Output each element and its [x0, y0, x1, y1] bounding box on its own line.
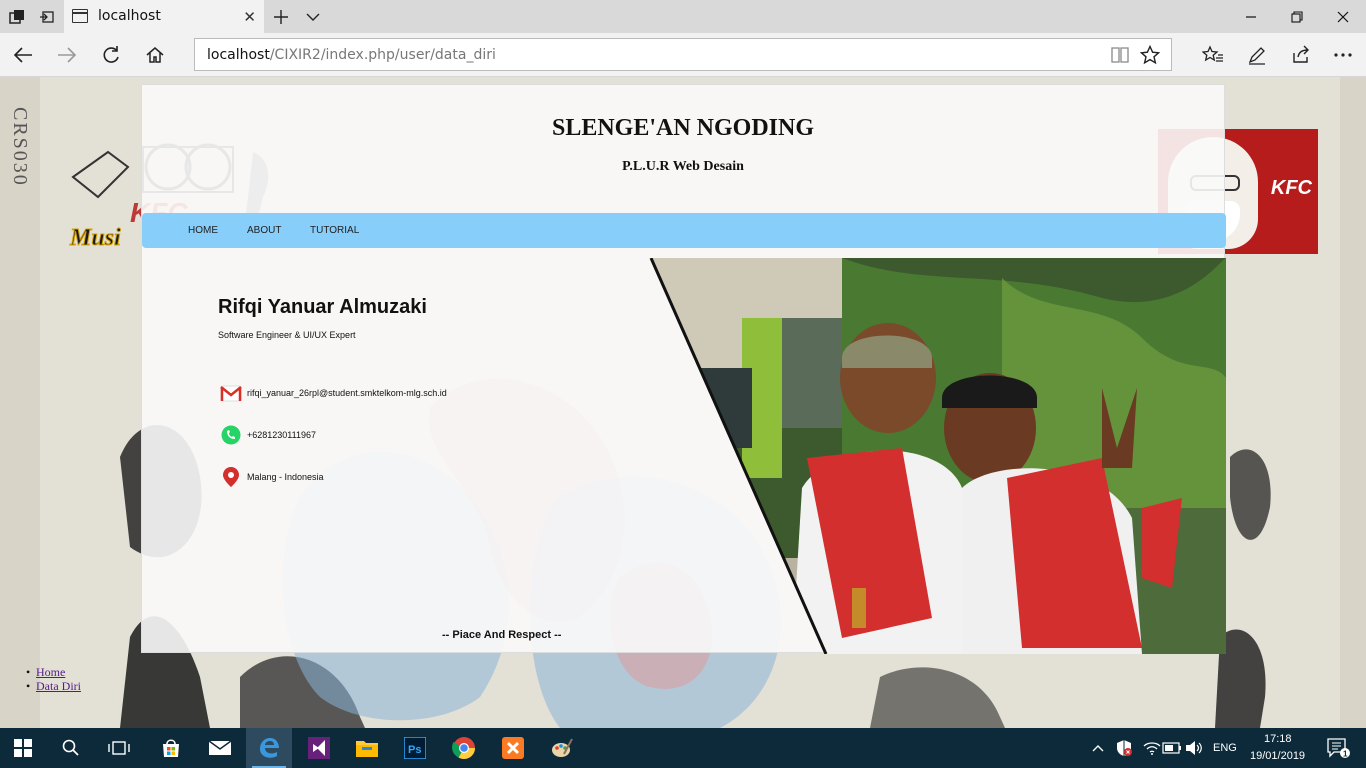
- page-favicon-icon: [72, 9, 88, 23]
- more-menu-icon[interactable]: [1328, 41, 1358, 69]
- task-view-icon[interactable]: [96, 728, 142, 768]
- share-icon[interactable]: [1286, 41, 1316, 69]
- profile-role: Software Engineer & UI/UX Expert: [218, 330, 356, 340]
- background-vertical-text: CRS030: [9, 107, 31, 187]
- notification-count-badge: 1: [1343, 750, 1348, 759]
- edge-browser-icon[interactable]: [246, 728, 292, 768]
- xampp-icon[interactable]: [490, 728, 536, 768]
- web-note-pen-icon[interactable]: [1242, 41, 1272, 69]
- forward-icon[interactable]: [52, 41, 82, 69]
- tab-preview-chevron-icon[interactable]: [302, 6, 324, 28]
- favorites-hub-icon[interactable]: [1198, 41, 1228, 69]
- clock-date[interactable]: 19/01/2019: [1250, 750, 1305, 762]
- windows-taskbar: Ps ENG 17:18 19/01/2019 1: [0, 728, 1366, 768]
- volume-icon[interactable]: [1182, 728, 1206, 768]
- motto-text: -- Piace And Respect --: [442, 629, 562, 641]
- chrome-icon[interactable]: [441, 728, 487, 768]
- paint-icon[interactable]: [539, 728, 585, 768]
- browser-tab-bar: localhost ✕: [0, 0, 1366, 33]
- contact-phone-row: +6281230111967: [220, 424, 316, 446]
- restore-window-icon[interactable]: [1274, 0, 1320, 33]
- url-text: localhost/CIXIR2/index.php/user/data_dir…: [207, 47, 496, 63]
- gmail-icon: [220, 382, 242, 404]
- reading-view-icon[interactable]: [1109, 44, 1131, 66]
- new-tab-icon[interactable]: [270, 6, 292, 28]
- contact-email-text: rifqi_yanuar_26rpl@student.smktelkom-mlg…: [247, 388, 447, 398]
- minimize-window-icon[interactable]: [1228, 0, 1274, 33]
- main-card: SLENGE'AN NGODING P.L.U.R Web Desain HOM…: [141, 84, 1226, 654]
- page-links-list: Home Data Diri: [26, 665, 81, 693]
- photoshop-icon[interactable]: Ps: [392, 728, 438, 768]
- menu-tutorial-link[interactable]: TUTORIAL: [310, 225, 359, 236]
- site-subtitle: P.L.U.R Web Desain: [622, 159, 744, 174]
- home-link[interactable]: Home: [36, 665, 65, 679]
- menu-home-link[interactable]: HOME: [188, 225, 218, 236]
- music-text: Musi: [69, 225, 121, 247]
- refresh-icon[interactable]: [96, 41, 126, 69]
- close-tab-icon[interactable]: ✕: [243, 8, 256, 26]
- contact-email-row: rifqi_yanuar_26rpl@student.smktelkom-mlg…: [220, 382, 447, 404]
- mail-icon[interactable]: [197, 728, 243, 768]
- location-pin-icon: [220, 466, 242, 488]
- tab-title: localhost: [98, 8, 161, 24]
- start-windows-icon[interactable]: [0, 728, 46, 768]
- favorite-star-icon[interactable]: [1139, 44, 1161, 66]
- data-diri-link[interactable]: Data Diri: [36, 679, 81, 693]
- menu-about-link[interactable]: ABOUT: [247, 225, 281, 236]
- visual-studio-icon[interactable]: [296, 728, 342, 768]
- input-language[interactable]: ENG: [1213, 742, 1237, 754]
- address-bar[interactable]: localhost/CIXIR2/index.php/user/data_dir…: [194, 38, 1172, 71]
- profile-name: Rifqi Yanuar Almuzaki: [218, 296, 427, 318]
- store-icon[interactable]: [148, 728, 194, 768]
- contact-location-row: Malang - Indonesia: [220, 466, 324, 488]
- close-window-icon[interactable]: [1320, 0, 1366, 33]
- main-menu: HOME ABOUT TUTORIAL: [142, 213, 1226, 248]
- search-icon[interactable]: [48, 728, 94, 768]
- page-viewport: CRS030 KFC Musi KFC SLENGE'AN NGODING P.…: [0, 77, 1366, 728]
- clock-time[interactable]: 17:18: [1264, 733, 1292, 745]
- page-link-item: Data Diri: [26, 679, 81, 693]
- kfc-right-text: KFC: [1270, 177, 1312, 199]
- set-aside-tabs-icon[interactable]: [36, 6, 58, 28]
- browser-tab[interactable]: localhost ✕: [64, 0, 264, 33]
- action-center-notifications-icon[interactable]: 1: [1318, 728, 1358, 768]
- security-shield-icon[interactable]: [1112, 728, 1136, 768]
- contact-location-text: Malang - Indonesia: [247, 472, 324, 482]
- show-hidden-icons-chevron-icon[interactable]: [1088, 728, 1108, 768]
- battery-icon[interactable]: [1160, 728, 1184, 768]
- contact-phone-text: +6281230111967: [247, 430, 316, 440]
- file-explorer-icon[interactable]: [344, 728, 390, 768]
- home-icon[interactable]: [140, 41, 170, 69]
- tab-actions-icon[interactable]: [6, 6, 28, 28]
- whatsapp-icon: [220, 424, 242, 446]
- site-title: SLENGE'AN NGODING: [551, 115, 815, 141]
- page-link-item: Home: [26, 665, 81, 679]
- profile-section: Rifqi Yanuar Almuzaki Software Engineer …: [142, 258, 1226, 654]
- svg-text:Ps: Ps: [408, 744, 421, 756]
- back-icon[interactable]: [8, 41, 38, 69]
- browser-toolbar: localhost/CIXIR2/index.php/user/data_dir…: [0, 33, 1366, 77]
